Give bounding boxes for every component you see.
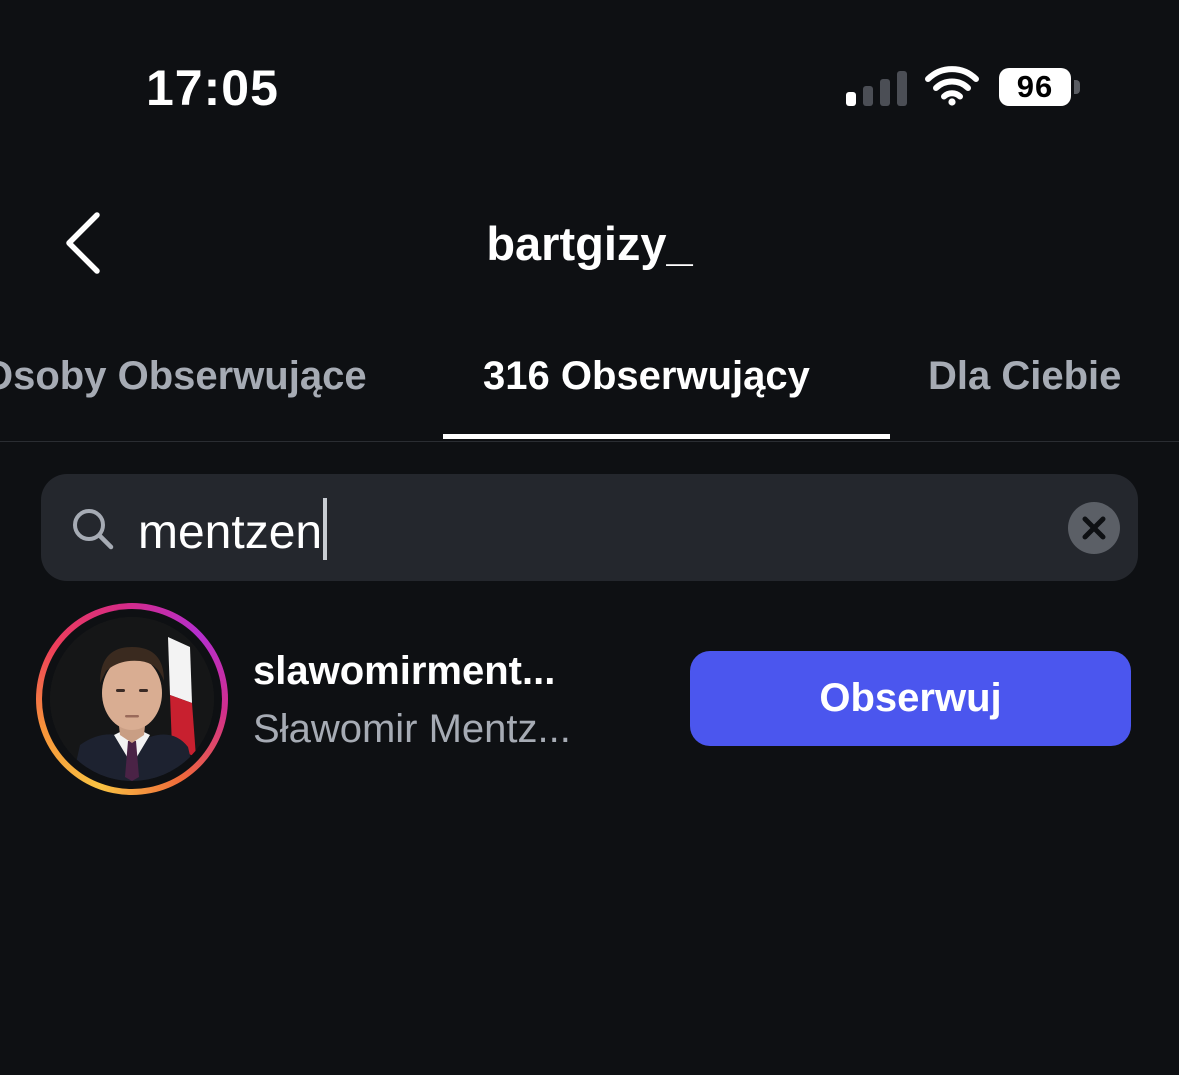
close-icon bbox=[1082, 516, 1106, 540]
text-caret bbox=[323, 498, 328, 560]
profile-photo-icon bbox=[50, 617, 214, 781]
battery-level: 96 bbox=[999, 68, 1071, 106]
battery-icon: 96 bbox=[999, 68, 1081, 108]
result-username[interactable]: slawomirment... bbox=[253, 646, 555, 696]
wifi-icon bbox=[925, 66, 979, 106]
search-input-value: mentzen bbox=[138, 506, 323, 559]
active-tab-indicator bbox=[443, 434, 890, 439]
search-icon bbox=[73, 509, 114, 550]
status-time: 17:05 bbox=[146, 60, 279, 116]
page-title: bartgizy_ bbox=[486, 217, 693, 270]
result-full-name: Sławomir Mentz... bbox=[253, 707, 571, 751]
clear-search-button[interactable] bbox=[1068, 502, 1120, 554]
list-item[interactable]: slawomirment... Sławomir Mentz... Obserw… bbox=[0, 600, 1179, 800]
tab-mutual-followers[interactable]: Osoby Obserwujące bbox=[0, 348, 367, 404]
tab-bar: Osoby Obserwujące 316 Obserwujący Dla Ci… bbox=[0, 330, 1179, 442]
tab-suggested[interactable]: Dla Ciebie bbox=[928, 348, 1121, 404]
follow-button[interactable]: Obserwuj bbox=[690, 651, 1131, 746]
cellular-signal-icon bbox=[846, 70, 907, 106]
search-input[interactable]: mentzen bbox=[138, 498, 328, 563]
tab-followers[interactable]: 316 Obserwujący bbox=[483, 348, 810, 404]
search-bar[interactable]: mentzen bbox=[41, 474, 1138, 581]
avatar[interactable] bbox=[36, 603, 228, 795]
avatar-photo bbox=[50, 617, 214, 781]
